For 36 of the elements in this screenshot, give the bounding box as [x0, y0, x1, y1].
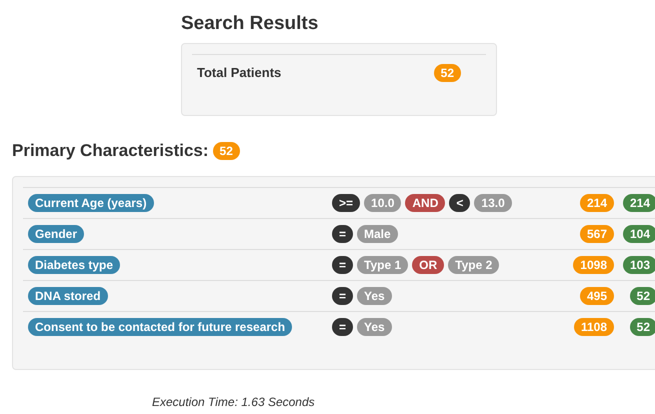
operator-badge: >= — [332, 194, 360, 212]
section-heading: Search Results — [181, 12, 318, 36]
count-badge: 495 — [580, 287, 614, 305]
matched-badge: 214 — [622, 194, 655, 212]
operator-badge: = — [332, 318, 354, 336]
matched-badge: 104 — [622, 225, 655, 243]
operator-badge: < — [449, 194, 470, 212]
count-badge: 214 — [580, 194, 614, 212]
count-badge: 1098 — [573, 256, 614, 274]
matched-badge: 103 — [622, 256, 655, 274]
value-badge: Type 1 — [357, 256, 408, 274]
operator-badge: = — [332, 256, 354, 274]
field-badge: Diabetes type — [28, 256, 120, 274]
conjunction-badge: OR — [412, 256, 444, 274]
value-badge: Yes — [357, 318, 392, 336]
matched-badge: 52 — [630, 287, 655, 305]
field-badge: Current Age (years) — [28, 194, 154, 212]
count-badge: 567 — [580, 225, 614, 243]
field-badge: DNA stored — [28, 287, 108, 305]
operator-badge: = — [332, 225, 354, 243]
count-badge: 52 — [434, 64, 461, 82]
field-badge: Consent to be contacted for future research — [28, 318, 292, 336]
count-badge: 1108 — [574, 318, 614, 336]
execution-time: Execution Time: 1.63 Seconds — [152, 395, 315, 409]
value-badge: 13.0 — [474, 194, 512, 212]
value-badge: Yes — [357, 287, 392, 305]
section-heading: Primary Characteristics: — [12, 140, 209, 162]
conjunction-badge: AND — [405, 194, 446, 212]
matched-badge: 52 — [630, 318, 655, 336]
value-badge: Male — [357, 225, 398, 243]
value-badge: Type 2 — [448, 256, 500, 274]
value-badge: 10.0 — [364, 194, 402, 212]
count-badge: 52 — [212, 142, 240, 160]
operator-badge: = — [332, 287, 354, 305]
field-badge: Gender — [28, 225, 84, 243]
total-label: Total Patients — [197, 64, 282, 82]
